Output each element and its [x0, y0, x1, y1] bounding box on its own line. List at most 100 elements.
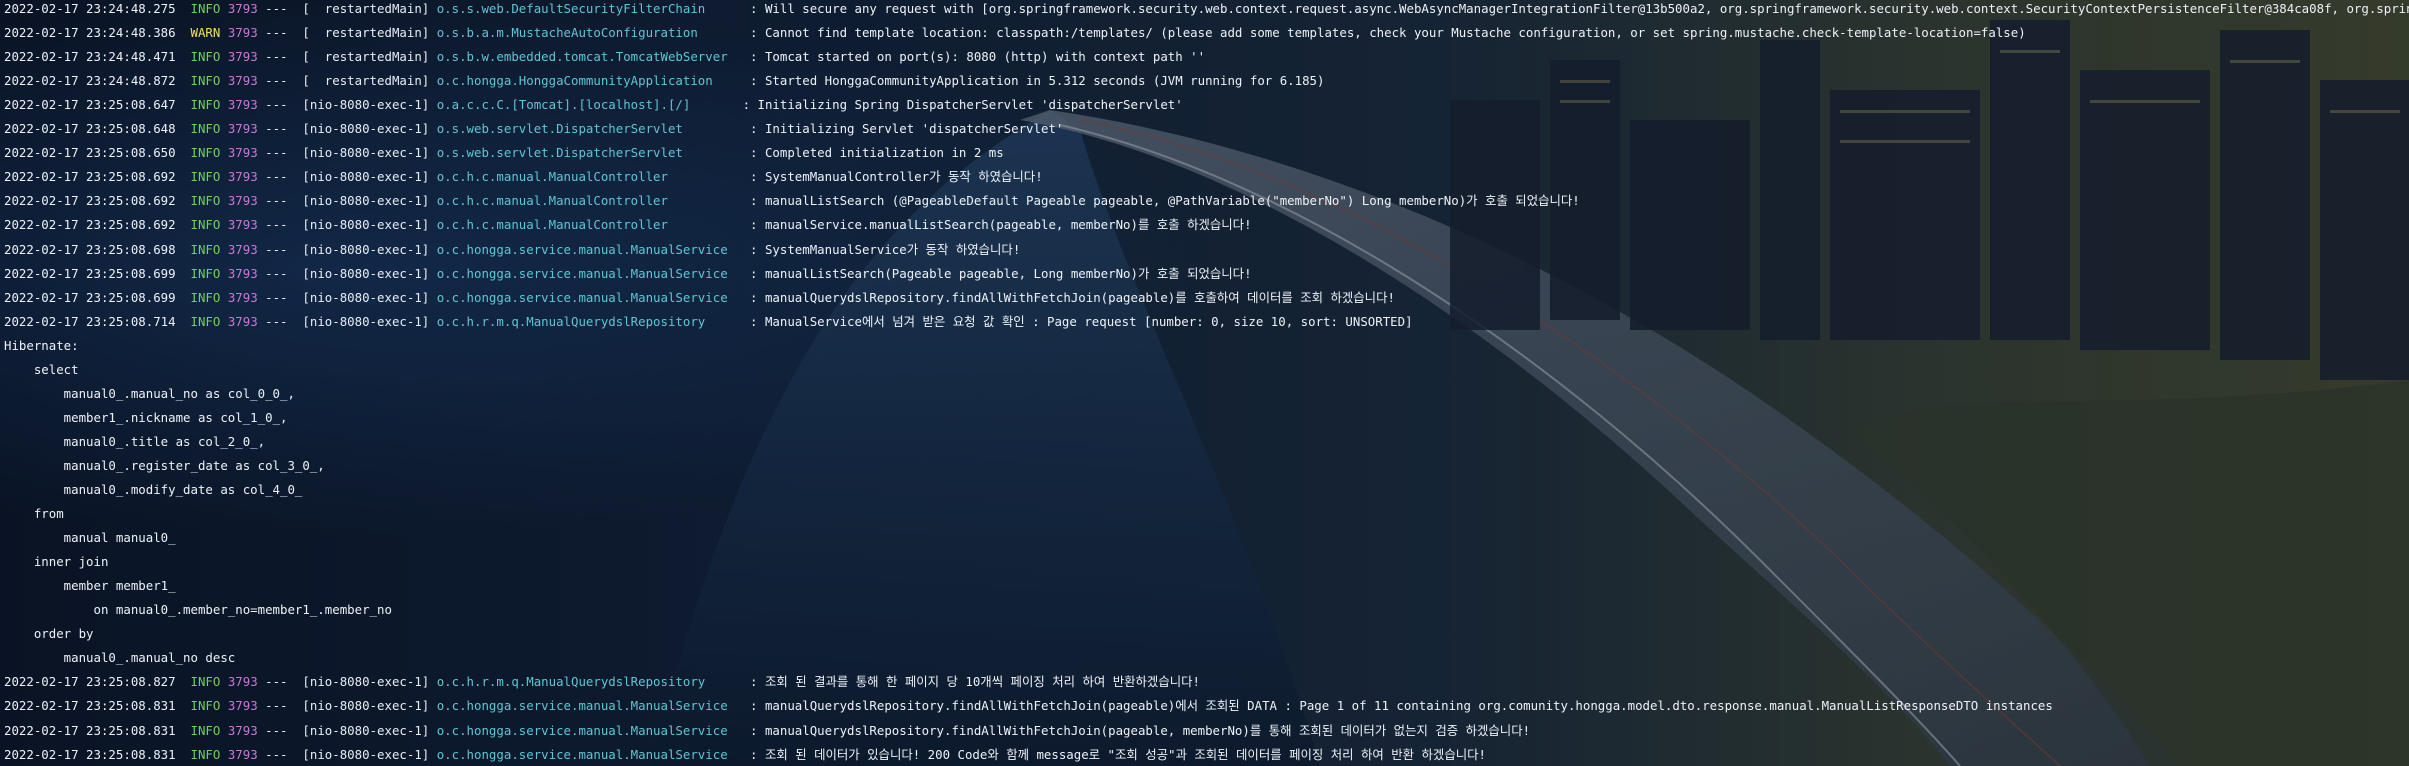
log-timestamp: 2022-02-17 23:25:08.648	[4, 121, 176, 137]
terminal-output: 2022-02-17 23:24:48.275 INFO 3793 --- [ …	[0, 0, 2409, 766]
sql-line: select	[4, 361, 79, 377]
sql-line: manual0_.title as col_2_0_,	[4, 433, 266, 449]
log-line: 2022-02-17 23:24:48.275 INFO 3793 --- [ …	[4, 0, 2409, 24]
log-thread: --- [nio-8080-exec-1]	[265, 241, 430, 257]
log-thread: --- [nio-8080-exec-1]	[265, 121, 430, 137]
log-timestamp: 2022-02-17 23:25:08.714	[4, 313, 176, 329]
log-logger: o.c.hongga.service.manual.ManualService	[436, 698, 743, 714]
log-thread: --- [nio-8080-exec-1]	[265, 169, 430, 185]
log-pid: 3793	[227, 746, 258, 762]
log-timestamp: 2022-02-17 23:25:08.699	[4, 289, 176, 305]
log-line: 2022-02-17 23:25:08.699 INFO 3793 --- [n…	[4, 289, 1395, 313]
log-line: 2022-02-17 23:25:08.831 INFO 3793 --- [n…	[4, 746, 1486, 766]
log-timestamp: 2022-02-17 23:25:08.692	[4, 193, 176, 209]
log-timestamp: 2022-02-17 23:25:08.692	[4, 217, 176, 233]
log-thread: --- [nio-8080-exec-1]	[265, 746, 430, 762]
log-level: INFO	[190, 241, 221, 257]
log-pid: 3793	[227, 121, 258, 137]
log-level: INFO	[190, 698, 221, 714]
log-line: 2022-02-17 23:25:08.692 INFO 3793 --- [n…	[4, 216, 1252, 240]
log-thread: --- [nio-8080-exec-1]	[265, 289, 430, 305]
sql-line: order by	[4, 626, 94, 642]
log-level: INFO	[190, 121, 221, 137]
log-level: INFO	[190, 193, 221, 209]
sql-line: from	[4, 506, 64, 522]
log-line: 2022-02-17 23:25:08.692 INFO 3793 --- [n…	[4, 168, 1043, 192]
log-logger: o.c.hongga.service.manual.ManualService	[436, 722, 743, 738]
log-thread: --- [ restartedMain]	[265, 1, 430, 16]
log-level: WARN	[190, 25, 221, 41]
log-logger: o.c.h.r.m.q.ManualQuerydslRepository	[436, 313, 743, 329]
log-logger: o.c.hongga.service.manual.ManualService	[436, 265, 743, 281]
log-thread: --- [nio-8080-exec-1]	[265, 193, 430, 209]
log-level: INFO	[190, 1, 221, 16]
log-thread: --- [nio-8080-exec-1]	[265, 97, 430, 113]
log-message: : 조회 된 결과를 통해 한 페이지 당 10개씩 페이징 처리 하여 반환하…	[750, 674, 1200, 690]
log-timestamp: 2022-02-17 23:25:08.699	[4, 265, 176, 281]
log-logger: o.s.web.servlet.DispatcherServlet	[436, 145, 743, 161]
sql-line: manual0_.manual_no desc	[4, 650, 236, 666]
log-message: : Cannot find template location: classpa…	[750, 25, 2026, 41]
log-level: INFO	[190, 169, 221, 185]
log-message: : SystemManualController가 동작 하였습니다!	[750, 169, 1043, 185]
log-pid: 3793	[227, 169, 258, 185]
log-pid: 3793	[227, 698, 258, 714]
log-logger: o.a.c.c.C.[Tomcat].[localhost].[/]	[436, 97, 736, 113]
log-timestamp: 2022-02-17 23:25:08.831	[4, 722, 176, 738]
log-timestamp: 2022-02-17 23:25:08.650	[4, 145, 176, 161]
sql-line: manual manual0_	[4, 530, 184, 546]
log-pid: 3793	[227, 265, 258, 281]
log-thread: --- [ restartedMain]	[265, 49, 430, 65]
log-line: 2022-02-17 23:25:08.831 INFO 3793 --- [n…	[4, 722, 1530, 746]
log-thread: --- [ restartedMain]	[265, 25, 430, 41]
log-line: 2022-02-17 23:25:08.827 INFO 3793 --- [n…	[4, 673, 1200, 697]
log-timestamp: 2022-02-17 23:25:08.698	[4, 241, 176, 257]
log-message: : manualListSearch(Pageable pageable, Lo…	[750, 265, 1252, 281]
log-message: : 조회 된 데이터가 있습니다! 200 Code와 함께 message로 …	[750, 746, 1486, 762]
log-level: INFO	[190, 722, 221, 738]
log-message: : Initializing Servlet 'dispatcherServle…	[750, 121, 1064, 137]
log-level: INFO	[190, 73, 221, 89]
log-timestamp: 2022-02-17 23:25:08.831	[4, 746, 176, 762]
log-pid: 3793	[227, 722, 258, 738]
log-thread: --- [nio-8080-exec-1]	[265, 674, 430, 690]
log-logger: o.c.h.r.m.q.ManualQuerydslRepository	[436, 674, 743, 690]
sql-line: inner join	[4, 554, 109, 570]
log-level: INFO	[190, 265, 221, 281]
log-timestamp: 2022-02-17 23:25:08.692	[4, 169, 176, 185]
sql-line: manual0_.manual_no as col_0_0_,	[4, 385, 295, 401]
log-thread: --- [nio-8080-exec-1]	[265, 698, 430, 714]
log-line: 2022-02-17 23:25:08.714 INFO 3793 --- [n…	[4, 313, 1413, 337]
log-pid: 3793	[227, 49, 258, 65]
log-pid: 3793	[227, 145, 258, 161]
log-message: : manualQuerydslRepository.findAllWithFe…	[750, 698, 2053, 714]
log-line: 2022-02-17 23:24:48.471 INFO 3793 --- [ …	[4, 48, 1205, 72]
log-pid: 3793	[227, 313, 258, 329]
sql-line: manual0_.register_date as col_3_0_,	[4, 457, 325, 473]
log-line: 2022-02-17 23:24:48.386 WARN 3793 --- [ …	[4, 24, 2026, 48]
log-pid: 3793	[227, 193, 258, 209]
log-pid: 3793	[227, 674, 258, 690]
log-timestamp: 2022-02-17 23:24:48.872	[4, 73, 176, 89]
log-message: : Tomcat started on port(s): 8080 (http)…	[750, 49, 1206, 65]
log-logger: o.s.b.w.embedded.tomcat.TomcatWebServer	[436, 49, 743, 65]
log-message: : manualListSearch (@PageableDefault Pag…	[750, 193, 1580, 209]
log-thread: --- [nio-8080-exec-1]	[265, 265, 430, 281]
sql-line: member1_.nickname as col_1_0_,	[4, 409, 288, 425]
sql-line: Hibernate:	[4, 337, 87, 353]
log-message: : manualService.manualListSearch(pageabl…	[750, 217, 1252, 233]
log-thread: --- [nio-8080-exec-1]	[265, 722, 430, 738]
log-thread: --- [nio-8080-exec-1]	[265, 145, 430, 161]
log-thread: --- [nio-8080-exec-1]	[265, 313, 430, 329]
log-line: 2022-02-17 23:25:08.699 INFO 3793 --- [n…	[4, 265, 1252, 289]
log-level: INFO	[190, 49, 221, 65]
log-pid: 3793	[227, 217, 258, 233]
log-pid: 3793	[227, 1, 258, 16]
log-line: 2022-02-17 23:25:08.647 INFO 3793 --- [n…	[4, 96, 1183, 120]
log-line: 2022-02-17 23:25:08.650 INFO 3793 --- [n…	[4, 144, 1004, 168]
log-message: : ManualService에서 넘겨 받은 요청 값 확인 : Page r…	[750, 313, 1413, 329]
log-timestamp: 2022-02-17 23:25:08.831	[4, 698, 176, 714]
log-logger: o.c.h.c.manual.ManualController	[436, 193, 743, 209]
log-timestamp: 2022-02-17 23:25:08.827	[4, 674, 176, 690]
log-pid: 3793	[227, 289, 258, 305]
